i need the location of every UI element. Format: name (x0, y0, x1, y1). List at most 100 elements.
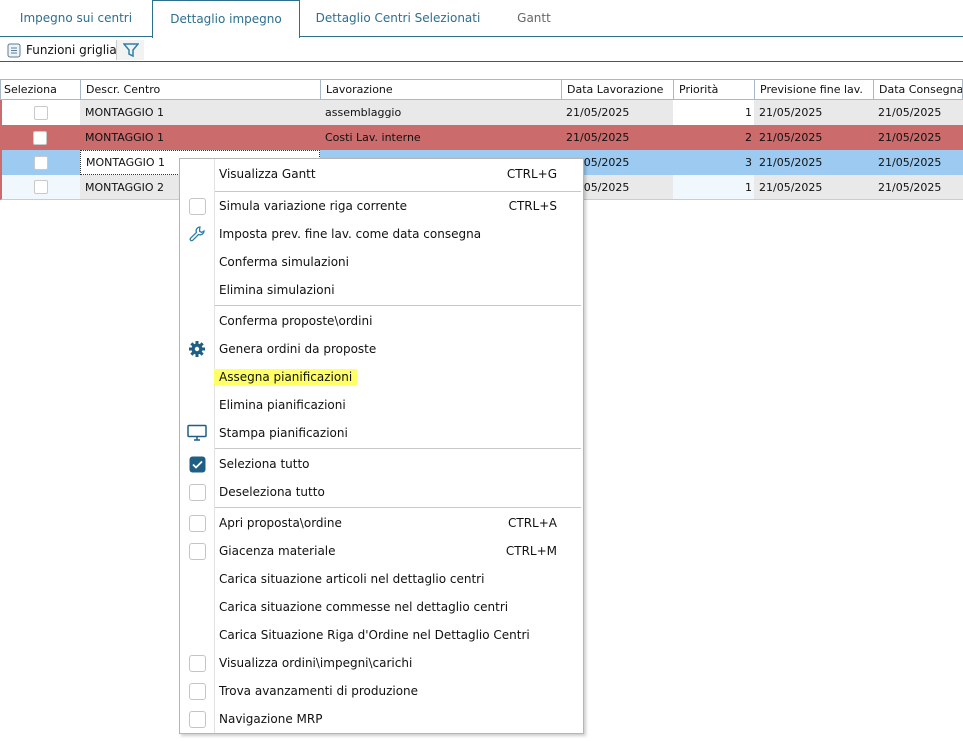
menu-item-deseleziona-tutto[interactable]: Deseleziona tutto (180, 478, 583, 506)
select-cell (2, 175, 80, 199)
menu-item-shortcut: CTRL+S (508, 199, 557, 213)
table-row[interactable]: MONTAGGIO 1 assemblaggio 21/05/2025 1 21… (0, 100, 963, 125)
context-menu: Visualizza Gantt CTRL+G Simula variazione … (179, 158, 584, 734)
menu-item-visualizza-ordini-impegni-carichi[interactable]: Visualizza ordini\impegni\carichi (180, 649, 583, 677)
col-descr-centro[interactable]: Descr. Centro (80, 79, 320, 100)
menu-item-label: Imposta prev. fine lav. come data conseg… (219, 227, 482, 241)
grid-functions-button[interactable]: Funzioni griglia (7, 40, 117, 60)
cell-centro: MONTAGGIO 1 (85, 131, 165, 144)
checkbox-icon (180, 682, 214, 700)
cell-lavorazione: Costi Lav. interne (325, 131, 421, 144)
menu-item-label: Deseleziona tutto (219, 485, 325, 499)
menu-separator (215, 507, 581, 508)
row-checkbox[interactable] (34, 180, 48, 194)
menu-item-carica-situazione-articoli-nel-dettaglio-centri[interactable]: Carica situazione articoli nel dettaglio… (180, 565, 583, 593)
menu-item-assegna-pianificazioni[interactable]: Assegna pianificazioni (180, 363, 583, 391)
cell-previsione: 21/05/2025 (759, 156, 823, 169)
menu-item-label: Elimina pianificazioni (219, 398, 346, 412)
menu-separator (215, 448, 581, 449)
col-lavorazione[interactable]: Lavorazione (320, 79, 561, 100)
cell-priorita: 1 (673, 175, 754, 199)
menu-item-label: Conferma proposte\ordini (219, 314, 373, 328)
cell-priorita: 2 (745, 131, 752, 144)
checkbox-checked-icon (180, 456, 214, 473)
monitor-icon (180, 424, 214, 442)
list-icon (7, 43, 21, 57)
checkbox-icon (180, 514, 214, 532)
cell-consegna: 21/05/2025 (878, 131, 942, 144)
menu-item-genera-ordini-da-proposte[interactable]: Genera ordini da proposte (180, 335, 583, 363)
grid-header: Seleziona Descr. Centro Lavorazione Data… (0, 79, 963, 100)
menu-item-label: Simula variazione riga corrente (219, 199, 408, 213)
cell-data: 21/05/2025 (566, 106, 630, 119)
cell-priorita: 1 (673, 100, 754, 125)
cell-centro: MONTAGGIO 1 (85, 106, 165, 119)
gear-icon (180, 340, 214, 358)
menu-item-simula-variazione-riga-corrente[interactable]: Simula variazione riga corrente CTRL+S (180, 192, 583, 220)
menu-item-label: Navigazione MRP (219, 712, 323, 726)
col-data-consegna[interactable]: Data Consegna (873, 79, 963, 100)
tab-bar: Impegno sui centri Dettaglio impegno Det… (0, 0, 963, 38)
checkbox-icon (180, 483, 214, 501)
filter-button[interactable] (116, 40, 144, 60)
filter-icon (122, 43, 139, 58)
menu-item-label: Carica situazione articoli nel dettaglio… (219, 572, 485, 586)
menu-separator (215, 305, 581, 306)
menu-item-imposta-prev-fine-lav-come-data-consegna[interactable]: Imposta prev. fine lav. come data conseg… (180, 220, 583, 248)
checkbox-icon (180, 654, 214, 672)
menu-item-label: Seleziona tutto (219, 457, 310, 471)
menu-item-label: Visualizza ordini\impegni\carichi (219, 656, 413, 670)
tab-gantt[interactable]: Gantt (496, 6, 572, 37)
menu-item-label: Apri proposta\ordine (219, 516, 342, 530)
menu-item-carica-situazione-riga-d-ordine-nel-dettaglio-centri[interactable]: Carica Situazione Riga d'Ordine nel Dett… (180, 621, 583, 649)
tab-dettaglio-impegno[interactable]: Dettaglio impegno (152, 0, 300, 38)
menu-item-visualizza-gantt[interactable]: Visualizza Gantt CTRL+G (180, 160, 583, 188)
select-cell (0, 125, 80, 150)
menu-item-label: Visualizza Gantt (219, 167, 316, 181)
checkbox-icon (180, 197, 214, 215)
tab-dettaglio-centri-selezionati[interactable]: Dettaglio Centri Selezionati (300, 6, 496, 37)
cell-data: 21/05/2025 (566, 131, 630, 144)
table-row[interactable]: MONTAGGIO 1 Costi Lav. interne 21/05/202… (0, 125, 963, 150)
cell-priorita: 3 (745, 156, 752, 169)
menu-item-seleziona-tutto[interactable]: Seleziona tutto (180, 450, 583, 478)
col-seleziona[interactable]: Seleziona (0, 79, 80, 100)
menu-item-label: Carica Situazione Riga d'Ordine nel Dett… (219, 628, 530, 642)
menu-item-navigazione-mrp[interactable]: Navigazione MRP (180, 705, 583, 733)
menu-item-elimina-pianificazioni[interactable]: Elimina pianificazioni (180, 391, 583, 419)
row-checkbox[interactable] (34, 155, 48, 170)
menu-item-label: Carica situazione commesse nel dettaglio… (219, 600, 509, 614)
menu-item-elimina-simulazioni[interactable]: Elimina simulazioni (180, 276, 583, 304)
col-previsione[interactable]: Previsione fine lav. (754, 79, 873, 100)
row-checkbox[interactable] (33, 130, 47, 145)
menu-item-shortcut: CTRL+A (508, 516, 557, 530)
menu-item-trova-avanzamenti-di-produzione[interactable]: Trova avanzamenti di produzione (180, 677, 583, 705)
row-checkbox[interactable] (34, 105, 48, 120)
menu-item-label: Stampa pianificazioni (219, 426, 348, 440)
toolbar: Funzioni griglia (0, 38, 963, 62)
tab-impegno-sui-centri[interactable]: Impegno sui centri (0, 6, 152, 37)
menu-item-conferma-simulazioni[interactable]: Conferma simulazioni (180, 248, 583, 276)
menu-item-label: Trova avanzamenti di produzione (219, 684, 419, 698)
select-cell (2, 150, 80, 175)
checkbox-icon (180, 710, 214, 728)
menu-item-apri-proposta-ordine[interactable]: Apri proposta\ordine CTRL+A (180, 509, 583, 537)
menu-item-label: Elimina simulazioni (219, 283, 335, 297)
menu-item-carica-situazione-commesse-nel-dettaglio-centri[interactable]: Carica situazione commesse nel dettaglio… (180, 593, 583, 621)
wrench-icon (180, 225, 214, 243)
cell-consegna: 21/05/2025 (878, 180, 942, 194)
grid-functions-label: Funzioni griglia (26, 43, 117, 57)
cell-consegna: 21/05/2025 (878, 156, 942, 169)
menu-item-label: Conferma simulazioni (219, 255, 349, 269)
col-data-lavorazione[interactable]: Data Lavorazione (561, 79, 673, 100)
menu-item-conferma-proposte-ordini[interactable]: Conferma proposte\ordini (180, 307, 583, 335)
cell-previsione: 21/05/2025 (759, 131, 823, 144)
menu-item-stampa-pianificazioni[interactable]: Stampa pianificazioni (180, 419, 583, 447)
menu-item-label: Giacenza materiale (219, 544, 336, 558)
menu-item-shortcut: CTRL+M (505, 544, 557, 558)
menu-item-label: Assegna pianificazioni (214, 369, 358, 385)
col-priorita[interactable]: Priorità (673, 79, 754, 100)
select-cell (2, 100, 80, 125)
menu-item-giacenza-materiale[interactable]: Giacenza materiale CTRL+M (180, 537, 583, 565)
cell-previsione: 21/05/2025 (759, 106, 823, 119)
